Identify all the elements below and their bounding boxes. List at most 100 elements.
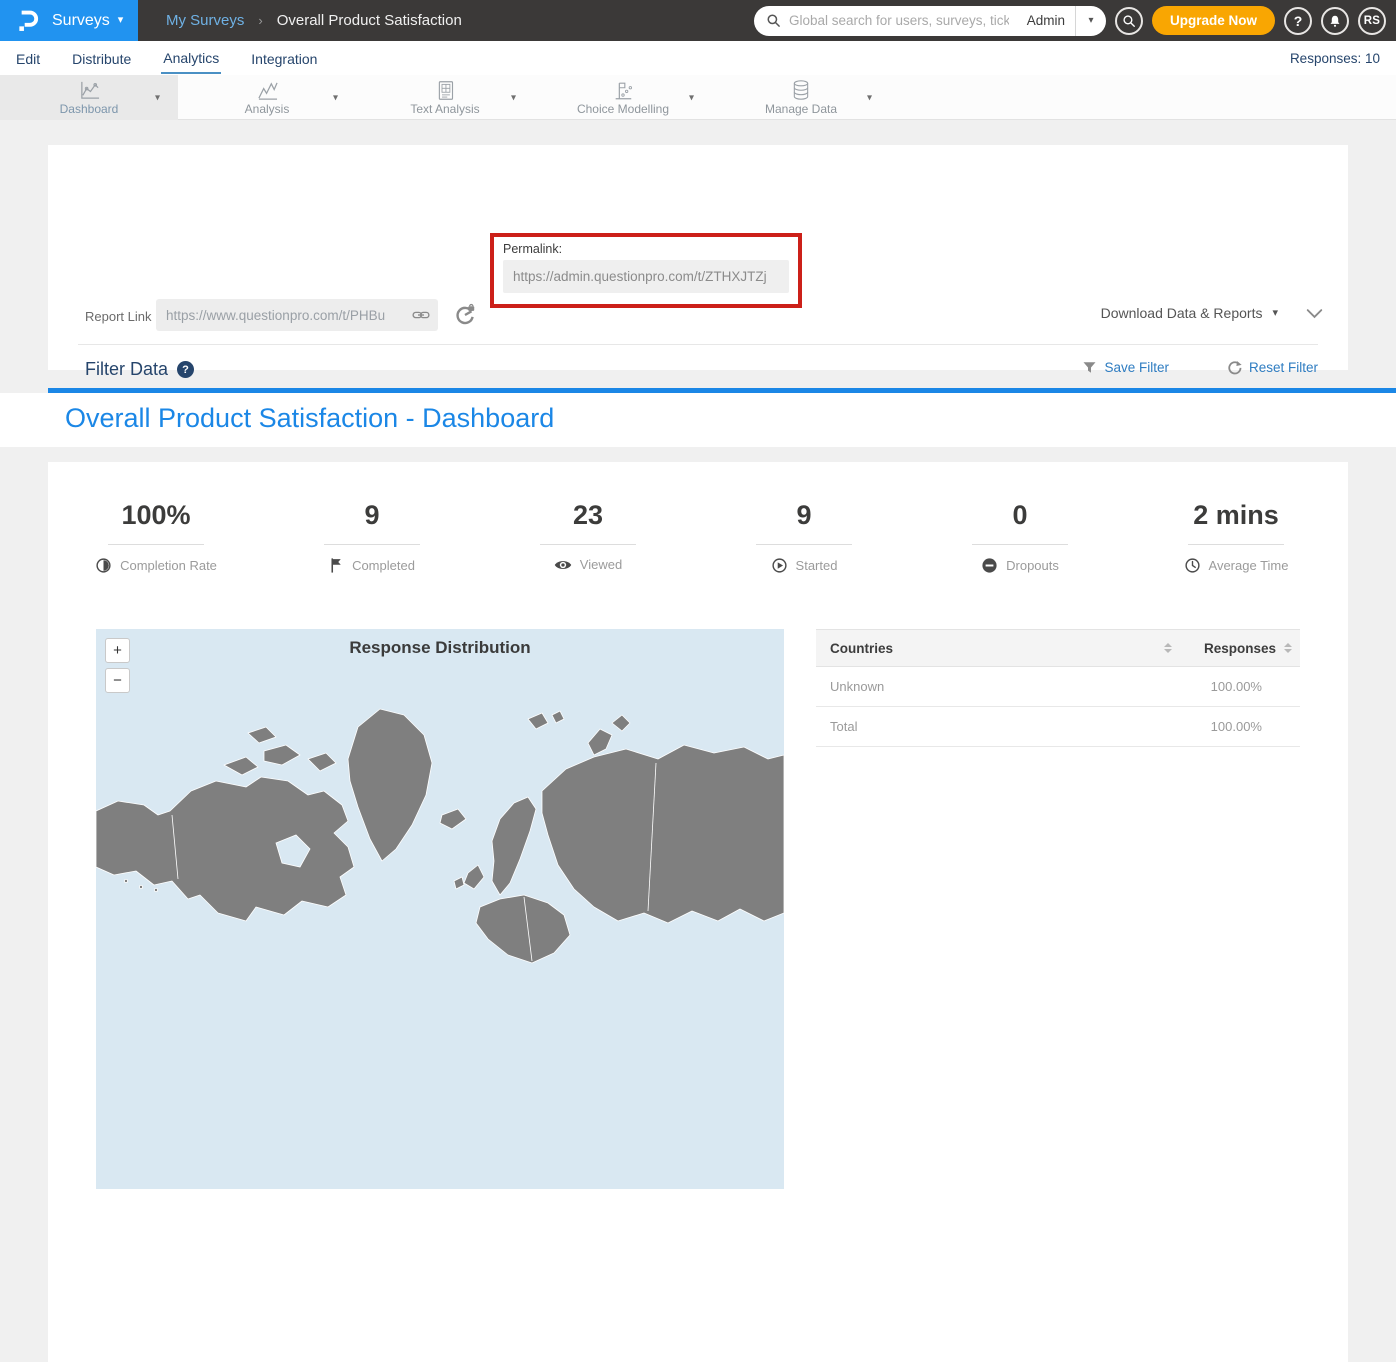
stat-value: 100%	[48, 500, 264, 531]
stat-value: 2 mins	[1128, 500, 1344, 531]
responses-count: Responses: 10	[1290, 51, 1380, 66]
stat-average-time: 2 mins Average Time	[1128, 500, 1344, 574]
product-menu-label: Surveys	[52, 12, 110, 30]
stat-completed: 9 Completed	[264, 500, 480, 574]
module-tab-choice-modelling[interactable]: Choice Modelling ▾	[534, 75, 712, 120]
stat-value: 9	[696, 500, 912, 531]
countries-column-header[interactable]: Countries	[816, 641, 1182, 656]
dashboard-card: 100% Completion Rate 9 Completed	[48, 462, 1348, 1362]
tab-distribute[interactable]: Distribute	[70, 44, 133, 73]
tab-analytics[interactable]: Analytics	[161, 43, 221, 74]
divider	[972, 544, 1068, 545]
upgrade-now-button[interactable]: Upgrade Now	[1152, 6, 1275, 35]
stat-viewed: 23 Viewed	[480, 500, 696, 574]
search-icon	[1122, 14, 1136, 28]
download-data-reports-label: Download Data & Reports	[1101, 305, 1263, 321]
responses-cell: 100.00%	[1182, 679, 1300, 694]
global-search-input[interactable]	[781, 13, 1017, 28]
stat-label: Completion Rate	[120, 558, 217, 573]
tab-integration[interactable]: Integration	[249, 44, 319, 73]
text-analysis-icon	[435, 80, 456, 101]
global-search[interactable]: Admin ▾	[754, 6, 1106, 36]
database-icon	[791, 79, 811, 101]
play-circle-icon	[771, 557, 788, 574]
stat-label: Dropouts	[1006, 558, 1059, 573]
title-band: Overall Product Satisfaction - Dashboard	[0, 393, 1396, 447]
stat-dropouts: 0 Dropouts	[912, 500, 1128, 574]
table-row: Unknown 100.00%	[816, 667, 1300, 707]
reset-filter-label: Reset Filter	[1249, 360, 1318, 375]
stat-label: Completed	[352, 558, 415, 573]
sort-icon[interactable]	[1284, 643, 1292, 653]
completion-rate-icon	[95, 557, 112, 574]
responses-column-header[interactable]: Responses	[1182, 641, 1300, 656]
report-filter-card: Report Link https://www.questionpro.com/…	[48, 145, 1348, 370]
map-zoom-in-button[interactable]: +	[105, 638, 130, 663]
module-tab-manage-data[interactable]: Manage Data ▾	[712, 75, 890, 120]
divider	[1188, 544, 1284, 545]
reset-icon	[1227, 360, 1242, 375]
link-icon	[412, 308, 430, 322]
module-tab-analysis[interactable]: Analysis ▾	[178, 75, 356, 120]
sort-icon[interactable]	[1164, 643, 1172, 653]
search-scope-caret-icon[interactable]: ▾	[1076, 6, 1106, 36]
product-switcher[interactable]: Surveys ▾	[0, 0, 138, 41]
divider	[108, 544, 204, 545]
tab-edit[interactable]: Edit	[14, 44, 42, 73]
caret-down-icon[interactable]: ▾	[155, 92, 160, 103]
chevron-down-icon	[1306, 308, 1323, 319]
breadcrumb-parent[interactable]: My Surveys	[166, 12, 244, 29]
stat-label: Average Time	[1209, 558, 1289, 573]
permalink-annotation-box: Permalink: https://admin.questionpro.com…	[490, 233, 802, 308]
caret-down-icon[interactable]: ▾	[867, 92, 872, 103]
funnel-icon	[1082, 360, 1097, 375]
report-link-value: https://www.questionpro.com/t/PHBu	[166, 308, 412, 323]
reset-filter-button[interactable]: Reset Filter	[1227, 360, 1318, 375]
user-avatar[interactable]: RS	[1358, 7, 1386, 35]
response-distribution-map[interactable]: Response Distribution + −	[96, 629, 784, 1189]
download-data-reports-menu[interactable]: Download Data & Reports ▾	[1101, 305, 1278, 321]
collapse-panel-button[interactable]	[1306, 308, 1323, 319]
caret-down-icon[interactable]: ▾	[511, 92, 516, 103]
countries-table-header: Countries Responses	[816, 629, 1300, 667]
map-title: Response Distribution	[96, 638, 784, 658]
save-filter-button[interactable]: Save Filter	[1082, 360, 1169, 375]
choice-modelling-icon	[612, 80, 634, 101]
stat-label: Started	[796, 558, 838, 573]
caret-down-icon[interactable]: ▾	[333, 92, 338, 103]
search-scope-selector[interactable]: Admin	[1017, 6, 1076, 36]
countries-table: Countries Responses Unknown 100.00% Tota…	[816, 629, 1300, 747]
analytics-module-tabs: Dashboard ▾ Analysis ▾ Text Analysis ▾	[0, 75, 1396, 120]
module-tab-label: Manage Data	[765, 102, 837, 116]
module-tab-text-analysis[interactable]: Text Analysis ▾	[356, 75, 534, 120]
report-link-field[interactable]: https://www.questionpro.com/t/PHBu	[156, 299, 438, 331]
caret-down-icon: ▾	[1272, 308, 1278, 319]
advanced-search-button[interactable]	[1115, 7, 1143, 35]
caret-down-icon[interactable]: ▾	[689, 92, 694, 103]
divider	[540, 544, 636, 545]
help-button[interactable]: ?	[1284, 7, 1312, 35]
filter-help-icon[interactable]: ?	[177, 361, 194, 378]
dashboard-chart-icon	[78, 80, 101, 101]
notifications-button[interactable]	[1321, 7, 1349, 35]
questionpro-logo-icon	[14, 8, 40, 34]
chevron-down-icon: ▾	[118, 15, 124, 26]
secure-report-link-button[interactable]	[453, 303, 477, 327]
topbar: Surveys ▾ My Surveys › Overall Product S…	[0, 0, 1396, 41]
survey-nav: Edit Distribute Analytics Integration Re…	[0, 41, 1396, 75]
analysis-chart-icon	[256, 80, 279, 101]
module-tab-dashboard[interactable]: Dashboard ▾	[0, 75, 178, 120]
divider	[78, 344, 1318, 345]
table-row: Total 100.00%	[816, 707, 1300, 747]
stat-value: 9	[264, 500, 480, 531]
breadcrumb-current: Overall Product Satisfaction	[277, 12, 462, 29]
stat-started: 9 Started	[696, 500, 912, 574]
flag-icon	[329, 557, 344, 574]
stat-value: 23	[480, 500, 696, 531]
stat-label: Viewed	[580, 557, 622, 572]
module-tab-label: Choice Modelling	[577, 102, 669, 116]
country-cell: Total	[816, 719, 1182, 734]
permalink-field[interactable]: https://admin.questionpro.com/t/ZTHXJTZj	[503, 260, 789, 293]
clock-icon	[1184, 557, 1201, 574]
minus-circle-icon	[981, 557, 998, 574]
